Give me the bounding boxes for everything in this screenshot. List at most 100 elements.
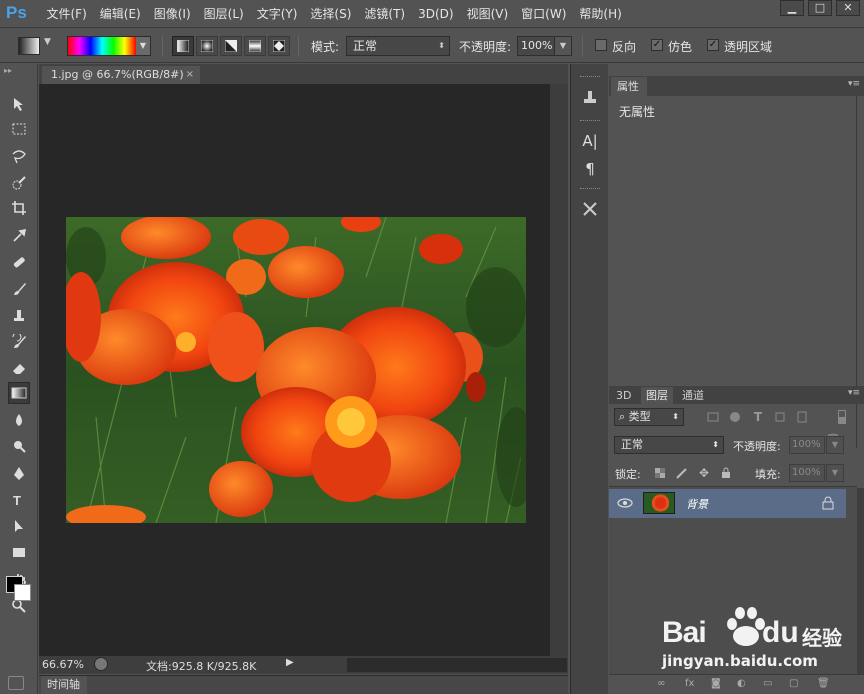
lock-icon[interactable]	[822, 496, 834, 510]
opacity-dropdown-button[interactable]: ▼	[554, 36, 572, 56]
lock-position-icon[interactable]: ✥	[697, 466, 711, 480]
marquee-tool[interactable]	[8, 118, 30, 140]
move-icon	[14, 98, 23, 111]
reflected-gradient-button[interactable]	[244, 36, 266, 56]
gradient-picker[interactable]: ▼	[67, 36, 151, 56]
menu-view[interactable]: 视图(V)	[460, 0, 515, 28]
clone-stamp-tool[interactable]	[8, 304, 30, 326]
grip-divider	[580, 188, 600, 190]
transparency-checkbox[interactable]: ✓	[707, 39, 719, 51]
angle-gradient-icon	[225, 40, 237, 52]
eraser-icon	[13, 364, 25, 374]
diamond-gradient-button[interactable]	[268, 36, 290, 56]
chevron-down-icon[interactable]: ▼	[826, 464, 844, 482]
dither-checkbox[interactable]: ✓	[651, 39, 663, 51]
chevron-down-icon[interactable]: ▼	[826, 436, 844, 454]
angle-gradient-button[interactable]	[220, 36, 242, 56]
lock-transparent-icon[interactable]	[653, 466, 667, 480]
brush-tool[interactable]	[8, 278, 30, 300]
layer-opacity-input[interactable]: 100%	[789, 436, 825, 454]
menu-image[interactable]: 图像(I)	[147, 0, 197, 28]
maximize-button[interactable]: □	[808, 0, 832, 16]
vertical-scrollbar[interactable]	[550, 84, 568, 656]
shape-filter-icon[interactable]	[773, 410, 787, 424]
layers-scrollbar[interactable]	[857, 488, 864, 674]
gradient-swatch[interactable]	[68, 37, 136, 55]
close-button[interactable]: ✕	[836, 0, 860, 16]
eyedropper-tool[interactable]	[8, 224, 30, 246]
background-color-swatch[interactable]	[14, 584, 31, 601]
rectangle-tool[interactable]	[8, 541, 30, 563]
blend-mode-select[interactable]: 正常 ⬍	[614, 436, 724, 454]
quick-selection-tool[interactable]	[8, 172, 30, 194]
pen-tool[interactable]	[8, 463, 30, 485]
quick-selection-icon	[12, 176, 26, 190]
zoom-level[interactable]: 66.67%	[42, 658, 84, 671]
history-brush-tool[interactable]	[8, 331, 30, 353]
tab-3d[interactable]: 3D	[611, 387, 636, 404]
properties-tab[interactable]: 属性	[611, 77, 647, 96]
blur-tool[interactable]	[8, 409, 30, 431]
no-properties-text: 无属性	[619, 105, 656, 119]
menu-filter[interactable]: 滤镜(T)	[358, 0, 412, 28]
dodge-tool[interactable]	[8, 435, 30, 457]
lock-all-icon[interactable]	[719, 466, 733, 480]
search-icon: ⌕	[619, 410, 629, 423]
move-tool[interactable]	[8, 92, 30, 114]
chevron-down-icon[interactable]: ▼	[44, 37, 51, 47]
fill-input[interactable]: 100%	[789, 464, 825, 482]
lasso-tool[interactable]	[8, 145, 30, 167]
document-tab[interactable]: 1.jpg @ 66.7%(RGB/8#) ×	[42, 66, 200, 84]
pixel-filter-icon[interactable]	[706, 410, 720, 424]
properties-header: 属性 ▾≡	[609, 76, 864, 96]
opacity-input[interactable]: 100%	[517, 36, 555, 56]
character-icon[interactable]: A|	[579, 130, 601, 152]
lock-image-icon[interactable]	[675, 466, 689, 480]
timeline-tab[interactable]: 时间轴	[41, 676, 87, 694]
menu-layer[interactable]: 图层(L)	[197, 0, 250, 28]
play-icon[interactable]: ▶	[286, 657, 294, 668]
radial-gradient-button[interactable]	[196, 36, 218, 56]
mode-select[interactable]: 正常 ⬍	[346, 36, 450, 56]
tab-channels[interactable]: 通道	[677, 387, 709, 404]
layer-name[interactable]: 背景	[686, 496, 708, 512]
crop-tool[interactable]	[8, 197, 30, 219]
close-icon[interactable]: ×	[186, 66, 194, 84]
menu-window[interactable]: 窗口(W)	[515, 0, 573, 28]
reverse-checkbox[interactable]	[595, 39, 607, 51]
type-tool[interactable]: T	[8, 489, 30, 511]
minimize-button[interactable]: ▁	[780, 0, 804, 16]
layer-filter-select[interactable]: ⌕ 类型 ⬍	[614, 408, 684, 426]
linear-gradient-button[interactable]	[172, 36, 194, 56]
eye-icon[interactable]	[617, 496, 633, 510]
panel-menu-icon[interactable]: ▾≡	[848, 79, 860, 89]
tab-layers[interactable]: 图层	[641, 387, 673, 404]
status-info-icon[interactable]	[94, 657, 108, 671]
quick-mask-icon[interactable]	[8, 676, 24, 690]
horizontal-scrollbar[interactable]	[347, 658, 567, 672]
menu-file[interactable]: 文件(F)	[40, 0, 93, 28]
layer-row[interactable]: 背景	[609, 489, 846, 518]
gradient-tool[interactable]	[8, 382, 30, 404]
menu-3d[interactable]: 3D(D)	[412, 0, 460, 28]
paragraph-icon[interactable]: ¶	[579, 158, 601, 180]
path-selection-tool[interactable]	[8, 515, 30, 537]
clone-source-icon[interactable]	[579, 86, 601, 108]
adjustment-filter-icon[interactable]	[728, 410, 742, 424]
panel-menu-icon[interactable]: ▾≡	[848, 388, 860, 398]
document-image[interactable]	[66, 217, 526, 523]
menu-select[interactable]: 选择(S)	[304, 0, 358, 28]
menu-type[interactable]: 文字(Y)	[250, 0, 304, 28]
smart-object-filter-icon[interactable]	[795, 410, 809, 424]
type-filter-icon[interactable]: T	[751, 410, 765, 424]
options-bar: ▼ ▼ 模式: 正常 ⬍ 不透明度: 100% ▼ 反向 ✓ 仿色 ✓ 透明区域	[0, 29, 864, 63]
filter-toggle-icon[interactable]	[835, 410, 849, 424]
tool-presets-icon[interactable]	[579, 198, 601, 220]
eraser-tool[interactable]	[8, 357, 30, 379]
tool-preset-picker[interactable]	[18, 37, 40, 55]
chevron-down-icon[interactable]: ▼	[136, 37, 150, 55]
healing-brush-tool[interactable]	[8, 251, 30, 273]
menu-edit[interactable]: 编辑(E)	[93, 0, 147, 28]
collapse-icon[interactable]: ▸▸	[4, 66, 12, 75]
menu-help[interactable]: 帮助(H)	[573, 0, 628, 28]
